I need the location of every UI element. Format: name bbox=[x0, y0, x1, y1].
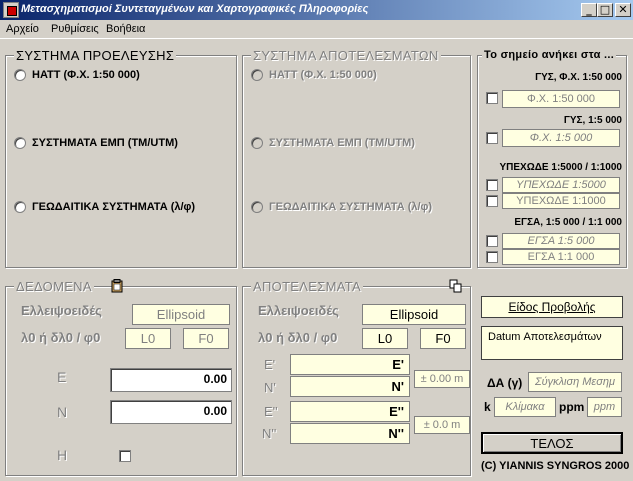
data-h-label: Η bbox=[57, 447, 68, 463]
gys-5000-box: Φ.Χ. 1:5 000 bbox=[502, 129, 620, 147]
egsa-1000-checkbox[interactable] bbox=[486, 251, 498, 263]
results-ellipsoid-value: Ellipsoid bbox=[362, 304, 466, 325]
result-system-group: ΣΥΣΤΗΜΑ ΑΠΟΤΕΛΕΣΜΑΤΩΝ ΗΑΤΤ (Φ.Χ. 1:50 00… bbox=[242, 48, 471, 268]
data-f0: F0 bbox=[183, 328, 229, 349]
menu-bar: Αρχείο Ρυθμίσεις Βοήθεια bbox=[0, 20, 633, 39]
egsa-1000-box: ΕΓΣΑ 1:1 000 bbox=[502, 249, 620, 265]
results-ellipsoid-label: Ελλειψοειδές bbox=[258, 303, 339, 318]
app-icon bbox=[3, 2, 19, 18]
data-l0: L0 bbox=[125, 328, 171, 349]
egsa-5000-box: ΕΓΣΑ 1:5 000 bbox=[502, 233, 620, 249]
data-title: ΔΕΔΟΜΕΝΑ bbox=[14, 279, 94, 294]
results-e2-value: Ε'' bbox=[290, 401, 410, 422]
gys-50000-label: ΓΥΣ, Φ.Χ. 1:50 000 bbox=[535, 72, 622, 83]
data-n-label: Ν bbox=[57, 404, 68, 420]
gys-5000-label: ΓΥΣ, 1:5 000 bbox=[563, 115, 622, 126]
menu-help[interactable]: Βοήθεια bbox=[106, 23, 145, 35]
results-title: ΑΠΟΤΕΛΕΣΜΑΤΑ bbox=[251, 279, 363, 294]
k-label: k bbox=[484, 400, 491, 414]
delta-a-label: ΔΑ (γ) bbox=[487, 376, 523, 390]
yphexode-5000-box: ΥΠΕΧΩΔΕ 1:5000 bbox=[502, 177, 620, 193]
yphexode-1000-box: ΥΠΕΧΩΔΕ 1:1000 bbox=[502, 193, 620, 209]
results-pm2: ± 0.0 m bbox=[414, 416, 470, 434]
projection-type: Είδος Προβολής bbox=[481, 296, 623, 318]
result-radio-emp[interactable]: ΣΥΣΤΗΜΑΤΑ ΕΜΠ (ΤΜ/UTM) bbox=[251, 137, 415, 149]
result-radio-hatt-label: ΗΑΤΤ (Φ.Χ. 1:50 000) bbox=[269, 69, 377, 81]
egsa-label: ΕΓΣΑ, 1:5 000 / 1:1 000 bbox=[514, 217, 622, 228]
results-e1-label: Ε' bbox=[264, 357, 276, 372]
yphexode-5000-checkbox[interactable] bbox=[486, 179, 498, 191]
gys-5000-checkbox[interactable] bbox=[486, 132, 498, 144]
source-system-group: ΣΥΣΤΗΜΑ ΠΡΟΕΛΕΥΣΗΣ ΗΑΤΤ (Φ.Χ. 1:50 000) … bbox=[5, 48, 237, 268]
radio-dot[interactable] bbox=[14, 201, 26, 213]
results-n1-label: Ν' bbox=[264, 380, 276, 395]
radio-dot[interactable] bbox=[14, 137, 26, 149]
minimize-button[interactable]: _ bbox=[581, 3, 597, 17]
data-h-checkbox[interactable] bbox=[119, 450, 131, 462]
results-f0: F0 bbox=[420, 328, 466, 349]
result-radio-geodetic-label: ΓΕΩΔΑΙΤΙΚΑ ΣΥΣΤΗΜΑΤΑ (λ/φ) bbox=[269, 201, 433, 213]
result-radio-geodetic[interactable]: ΓΕΩΔΑΙΤΙΚΑ ΣΥΣΤΗΜΑΤΑ (λ/φ) bbox=[251, 201, 432, 213]
copy-icon[interactable] bbox=[449, 279, 463, 293]
clipboard-icon[interactable] bbox=[110, 279, 124, 293]
copyright-text: (C) YIANNIS SYNGROS 2000 bbox=[481, 460, 630, 472]
data-group: ΔΕΔΟΜΕΝΑ Ελλειψοειδές Ellipsoid λ0 ή δλ0… bbox=[5, 279, 237, 476]
radio-dot[interactable] bbox=[14, 69, 26, 81]
results-n2-value: Ν'' bbox=[290, 423, 410, 444]
source-radio-emp-label: ΣΥΣΤΗΜΑΤΑ ΕΜΠ (ΤΜ/UTM) bbox=[32, 137, 178, 149]
data-lambda-label: λ0 ή δλ0 / φ0 bbox=[21, 330, 101, 345]
source-radio-geodetic-label: ΓΕΩΔΑΙΤΙΚΑ ΣΥΣΤΗΜΑΤΑ (λ/φ) bbox=[32, 201, 196, 213]
point-belongs-title: Το σημείο ανήκει στα ... bbox=[482, 49, 617, 61]
radio-dot[interactable] bbox=[251, 201, 263, 213]
yphexode-label: ΥΠΕΧΩΔΕ 1:5000 / 1:1000 bbox=[499, 162, 623, 173]
data-n-input[interactable]: 0.00 bbox=[110, 400, 232, 424]
source-radio-hatt-label: ΗΑΤΤ (Φ.Χ. 1:50 000) bbox=[32, 69, 140, 81]
egsa-5000-checkbox[interactable] bbox=[486, 235, 498, 247]
result-radio-emp-label: ΣΥΣΤΗΜΑΤΑ ΕΜΠ (ΤΜ/UTM) bbox=[269, 137, 415, 149]
results-n2-label: Ν'' bbox=[262, 426, 277, 441]
source-system-title: ΣΥΣΤΗΜΑ ΠΡΟΕΛΕΥΣΗΣ bbox=[14, 48, 177, 63]
menu-file[interactable]: Αρχείο bbox=[6, 23, 39, 35]
source-radio-geodetic[interactable]: ΓΕΩΔΑΙΤΙΚΑ ΣΥΣΤΗΜΑΤΑ (λ/φ) bbox=[14, 201, 195, 213]
ppm-box: ppm bbox=[587, 397, 622, 417]
exit-button[interactable]: ΤΕΛΟΣ bbox=[481, 432, 623, 454]
results-l0: L0 bbox=[362, 328, 408, 349]
results-n1-value: Ν' bbox=[290, 376, 410, 397]
point-belongs-group: Το σημείο ανήκει στα ... ΓΥΣ, Φ.Χ. 1:50 … bbox=[477, 49, 627, 268]
gys-50000-checkbox[interactable] bbox=[486, 92, 498, 104]
data-ellipsoid-label: Ελλειψοειδές bbox=[21, 303, 102, 318]
data-ellipsoid-value: Ellipsoid bbox=[132, 304, 230, 325]
convergence-box: Σύγκλιση Μεσημ bbox=[528, 372, 622, 392]
radio-dot[interactable] bbox=[251, 137, 263, 149]
result-radio-hatt[interactable]: ΗΑΤΤ (Φ.Χ. 1:50 000) bbox=[251, 69, 377, 81]
data-e-input[interactable]: 0.00 bbox=[110, 368, 232, 392]
radio-dot[interactable] bbox=[251, 69, 263, 81]
yphexode-1000-checkbox[interactable] bbox=[486, 195, 498, 207]
ppm-label: ppm bbox=[559, 400, 585, 414]
results-lambda-label: λ0 ή δλ0 / φ0 bbox=[258, 330, 338, 345]
datum-results: Datum Αποτελεσμάτων bbox=[481, 326, 623, 360]
menu-settings[interactable]: Ρυθμίσεις bbox=[51, 23, 99, 35]
data-e-label: Ε bbox=[57, 369, 67, 385]
results-e1-value: Ε' bbox=[290, 354, 410, 375]
window-title: Μετασχηματισμοί Συντεταγμένων και Χαρτογ… bbox=[21, 3, 369, 15]
gys-50000-box: Φ.Χ. 1:50 000 bbox=[502, 90, 620, 108]
results-pm1: ± 0.00 m bbox=[414, 370, 470, 388]
scale-box: Κλίμακα bbox=[494, 397, 556, 417]
source-radio-hatt[interactable]: ΗΑΤΤ (Φ.Χ. 1:50 000) bbox=[14, 69, 140, 81]
title-bar: Μετασχηματισμοί Συντεταγμένων και Χαρτογ… bbox=[0, 0, 633, 20]
source-radio-emp[interactable]: ΣΥΣΤΗΜΑΤΑ ΕΜΠ (ΤΜ/UTM) bbox=[14, 137, 178, 149]
close-button[interactable]: ✕ bbox=[615, 3, 631, 17]
maximize-button[interactable]: □ bbox=[597, 3, 613, 17]
results-e2-label: Ε'' bbox=[264, 404, 278, 419]
projection-panel: Είδος Προβολής Datum Αποτελεσμάτων ΔΑ (γ… bbox=[477, 290, 627, 426]
result-system-title: ΣΥΣΤΗΜΑ ΑΠΟΤΕΛΕΣΜΑΤΩΝ bbox=[251, 48, 441, 63]
results-group: ΑΠΟΤΕΛΕΣΜΑΤΑ Ελλειψοειδές Ellipsoid λ0 ή… bbox=[242, 279, 471, 476]
